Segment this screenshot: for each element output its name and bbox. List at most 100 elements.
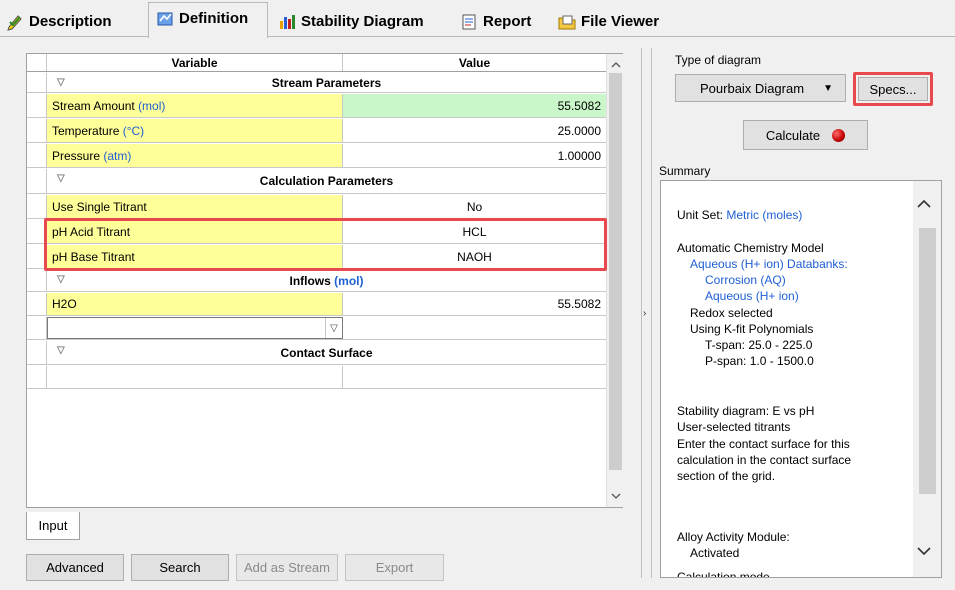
row-new-species[interactable]: ▽: [27, 317, 606, 340]
unit-link[interactable]: (mol): [138, 99, 165, 113]
row-selector: [27, 144, 47, 167]
summary-line: calculation in the contact surface: [677, 453, 852, 467]
summary-link[interactable]: Aqueous (H+ ion): [705, 288, 799, 304]
status-red-icon: [832, 128, 846, 142]
summary-line: Enter the contact surface for this: [677, 437, 850, 451]
variable-cell: Stream Amount (mol): [47, 94, 343, 117]
row-pressure[interactable]: Pressure (atm) 1.00000: [27, 144, 606, 168]
chevron-down-icon[interactable]: ▽: [325, 318, 342, 338]
row-selector: [27, 366, 47, 388]
scroll-thumb[interactable]: [919, 228, 936, 494]
row-selector: [27, 195, 47, 218]
row-selector: [27, 270, 47, 291]
summary-line: Using K-fit Polynomials: [690, 322, 814, 336]
scroll-up-icon[interactable]: [607, 56, 624, 73]
select-all-cell[interactable]: [27, 54, 47, 71]
chevron-down-icon[interactable]: ▼: [823, 83, 833, 94]
diagram-type-dropdown[interactable]: Pourbaix Diagram ▼: [675, 74, 846, 102]
summary-line: Stability diagram: E vs pH: [677, 404, 815, 418]
summary-link[interactable]: Aqueous (H+ ion) Databanks:: [690, 256, 848, 272]
value-cell[interactable]: [343, 317, 606, 339]
tab-definition-label: Definition: [179, 10, 249, 27]
scroll-down-icon[interactable]: [607, 487, 624, 504]
value-cell[interactable]: 1.00000: [343, 144, 606, 167]
unit-link[interactable]: (°C): [123, 124, 144, 138]
variable-cell: H2O: [47, 293, 343, 315]
grid-scrollbar[interactable]: [606, 54, 623, 507]
tab-stability-label: Stability Diagram: [301, 13, 424, 30]
section-calculation-parameters[interactable]: ▽ Calculation Parameters: [27, 169, 606, 194]
value-cell[interactable]: 55.5082: [343, 293, 606, 315]
species-combobox[interactable]: ▽: [47, 317, 343, 339]
summary-line: Alloy Activity Module:: [677, 530, 790, 544]
summary-panel: Unit Set: Metric (moles) Automatic Chemi…: [660, 180, 942, 578]
row-selector: [27, 317, 47, 339]
tab-input[interactable]: Input: [26, 512, 80, 540]
pencil-check-icon: [6, 13, 24, 31]
unit-link[interactable]: (atm): [103, 149, 131, 163]
section-contact-surface[interactable]: ▽ Contact Surface: [27, 341, 606, 365]
value-cell[interactable]: 25.0000: [343, 119, 606, 142]
collapse-icon[interactable]: ▽: [57, 77, 65, 88]
tab-description[interactable]: Description: [6, 7, 112, 36]
tab-report[interactable]: Report: [460, 7, 531, 36]
scroll-thumb[interactable]: [609, 73, 622, 470]
tab-report-label: Report: [483, 13, 532, 30]
search-button[interactable]: Search: [131, 554, 229, 581]
summary-link[interactable]: Corrosion (AQ): [705, 272, 786, 288]
summary-line: section of the grid.: [677, 469, 776, 483]
summary-scrollbar[interactable]: [913, 181, 941, 577]
section-inflows[interactable]: ▽ Inflows (mol): [27, 270, 606, 292]
value-cell[interactable]: 55.5082: [343, 94, 606, 117]
section-stream-parameters[interactable]: ▽ Stream Parameters: [27, 73, 606, 93]
row-selector: [27, 341, 47, 364]
tab-definition[interactable]: Definition: [148, 2, 268, 38]
grid-header-row: Variable Value: [27, 54, 606, 72]
value-cell[interactable]: No: [343, 195, 606, 218]
collapse-icon[interactable]: ▽: [57, 274, 65, 285]
variable-cell: Use Single Titrant: [47, 195, 343, 218]
header-variable: Variable: [47, 54, 343, 71]
section-title: Contact Surface: [280, 345, 373, 360]
row-selector: [27, 169, 47, 193]
tab-description-label: Description: [29, 13, 112, 30]
summary-line: Calculation mode: [677, 570, 770, 578]
folder-icon: [558, 13, 576, 31]
summary-line: P-span: 1.0 - 1500.0: [705, 354, 814, 368]
row-h2o[interactable]: H2O 55.5082: [27, 293, 606, 316]
diagram-type-value: Pourbaix Diagram: [700, 80, 805, 96]
add-as-stream-button[interactable]: Add as Stream: [236, 554, 338, 581]
collapse-icon[interactable]: ▽: [57, 173, 65, 184]
unit-set-link[interactable]: Metric (moles): [726, 208, 802, 222]
value-cell[interactable]: [343, 366, 606, 388]
calculate-button[interactable]: Calculate: [743, 120, 868, 150]
export-button[interactable]: Export: [345, 554, 444, 581]
row-stream-amount[interactable]: Stream Amount (mol) 55.5082: [27, 94, 606, 118]
row-use-single-titrant[interactable]: Use Single Titrant No: [27, 195, 606, 219]
scroll-up-icon[interactable]: [917, 195, 931, 211]
variable-cell: Pressure (atm): [47, 144, 343, 167]
section-header: ▽ Contact Surface: [47, 341, 606, 364]
tab-file-viewer-label: File Viewer: [581, 13, 660, 30]
collapse-icon[interactable]: ▽: [57, 345, 65, 356]
panel-splitter[interactable]: ›: [641, 48, 652, 578]
tab-file-viewer[interactable]: File Viewer: [558, 7, 659, 36]
row-temperature[interactable]: Temperature (°C) 25.0000: [27, 119, 606, 143]
summary-line: Activated: [690, 546, 740, 560]
section-header: ▽ Inflows (mol): [47, 270, 606, 291]
tab-stability-diagram[interactable]: Stability Diagram: [278, 7, 424, 36]
variable-cell[interactable]: [47, 366, 343, 388]
unit-link[interactable]: (mol): [334, 274, 363, 288]
row-contact-empty[interactable]: [27, 366, 606, 389]
summary-unit-set: Unit Set: Metric (moles): [677, 208, 803, 222]
chevron-right-icon[interactable]: ›: [643, 308, 646, 319]
advanced-button[interactable]: Advanced: [26, 554, 124, 581]
type-of-diagram-label: Type of diagram: [675, 53, 762, 67]
tab-bar: Description Definition Stability Diagram…: [0, 0, 955, 38]
section-title: Calculation Parameters: [259, 174, 394, 188]
scroll-down-icon[interactable]: [917, 543, 931, 559]
summary-label: Summary: [659, 164, 711, 178]
report-icon: [460, 13, 478, 31]
summary-line: Automatic Chemistry Model: [677, 241, 824, 255]
section-title: Stream Parameters: [271, 75, 382, 90]
